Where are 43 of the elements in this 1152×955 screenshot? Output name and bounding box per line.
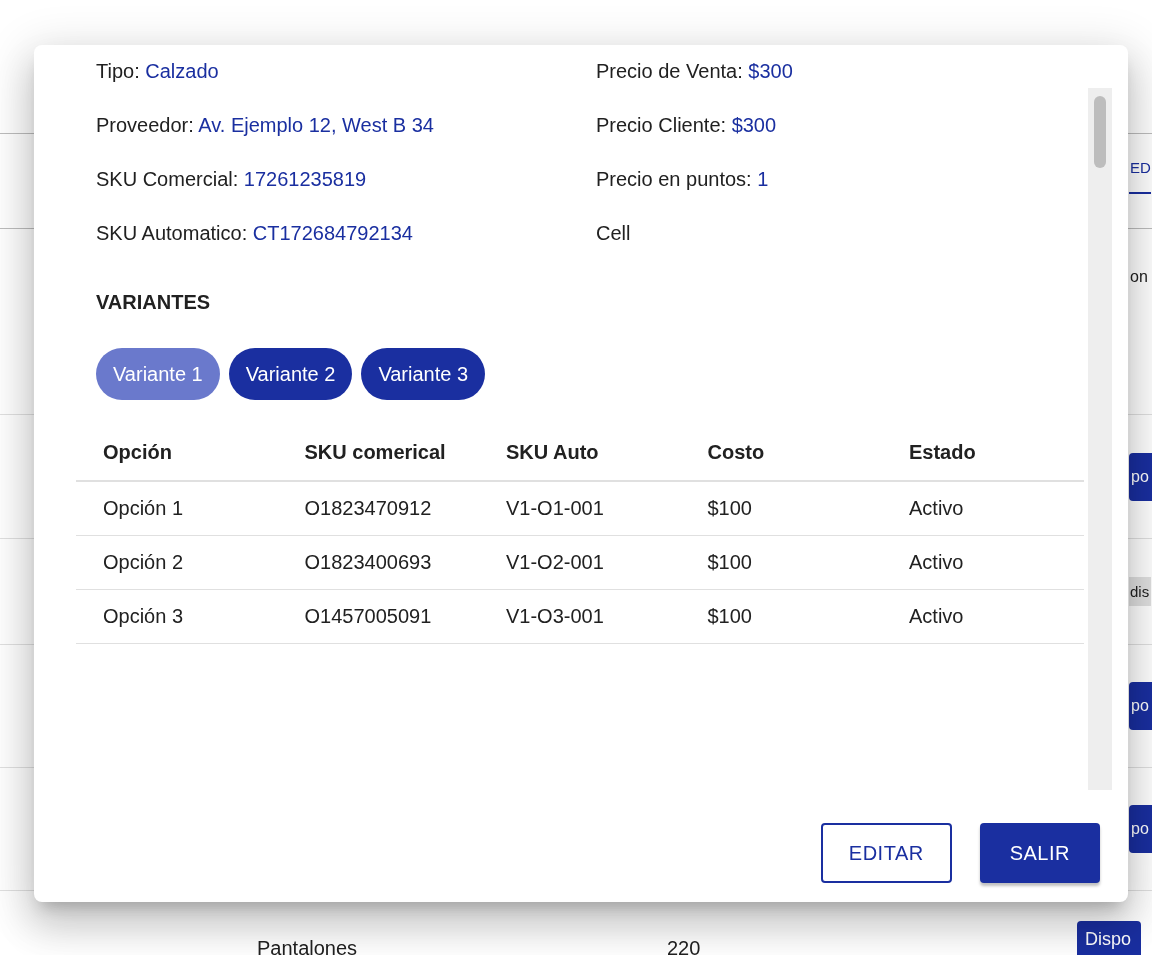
status-button[interactable]: po bbox=[1129, 452, 1152, 501]
table-cell-text: $100 bbox=[707, 551, 753, 574]
column-header: Estado bbox=[909, 440, 977, 464]
detail-field: SKU Comercial: 17261235819 bbox=[96, 167, 596, 191]
table-cell-text: V1-O2-001 bbox=[506, 551, 605, 574]
table-cell-text: O1823400693 bbox=[304, 551, 433, 574]
table-cell-text: O1823470912 bbox=[304, 497, 433, 520]
detail-field: Precio en puntos: 1 bbox=[596, 167, 1084, 191]
table-cell-text: Opción 1 bbox=[103, 497, 185, 520]
detail-field: Proveedor: Av. Ejemplo 12, West B 34 bbox=[96, 113, 596, 137]
quantity-text: 220 bbox=[667, 937, 701, 955]
table-cell-text: O1457005091 bbox=[304, 605, 433, 628]
detail-field: Cell bbox=[596, 221, 1084, 245]
variant-chip[interactable]: Variante 1 bbox=[96, 348, 220, 400]
column-header: SKU comerical bbox=[304, 440, 447, 464]
table-cell-text: $100 bbox=[707, 605, 753, 628]
column-header: SKU Auto bbox=[506, 440, 600, 464]
table-cell-text: Opción 2 bbox=[103, 551, 185, 574]
detail-field: Precio Cliente: $300 bbox=[596, 113, 1084, 137]
table-cell-text: Activo bbox=[909, 605, 965, 628]
exit-button[interactable]: SALIR bbox=[979, 823, 1100, 883]
status-button[interactable]: po bbox=[1129, 805, 1152, 853]
table-cell-text: V1-O3-001 bbox=[506, 605, 605, 628]
variant-chip[interactable]: Variante 2 bbox=[228, 348, 353, 400]
column-header: Costo bbox=[707, 440, 766, 464]
column-header: Opción bbox=[103, 440, 173, 464]
scrollbar[interactable] bbox=[1088, 88, 1112, 790]
table-cell-text: Opción 3 bbox=[103, 605, 185, 628]
table-cell-text: V1-O1-001 bbox=[506, 497, 605, 520]
table-cell-text: $100 bbox=[707, 497, 753, 520]
detail-field: Tipo: Calzado bbox=[96, 59, 596, 83]
variant-chip[interactable]: Variante 3 bbox=[361, 348, 486, 400]
detail-field: SKU Automatico: CT172684792134 bbox=[96, 221, 596, 245]
detail-field: Precio de Venta: $300 bbox=[596, 59, 1084, 83]
status-chip: dis bbox=[1129, 577, 1152, 606]
section-title: VARIANTES bbox=[95, 291, 212, 314]
status-button[interactable]: Dispo bbox=[1077, 921, 1142, 955]
table-cell-text: Activo bbox=[909, 497, 965, 520]
product-name: Pantalones bbox=[257, 937, 358, 955]
table-cell-text: Activo bbox=[909, 551, 965, 574]
edit-button[interactable]: EDITAR bbox=[820, 823, 952, 883]
status-text: on bbox=[1129, 267, 1148, 286]
status-button[interactable]: po bbox=[1129, 682, 1152, 730]
